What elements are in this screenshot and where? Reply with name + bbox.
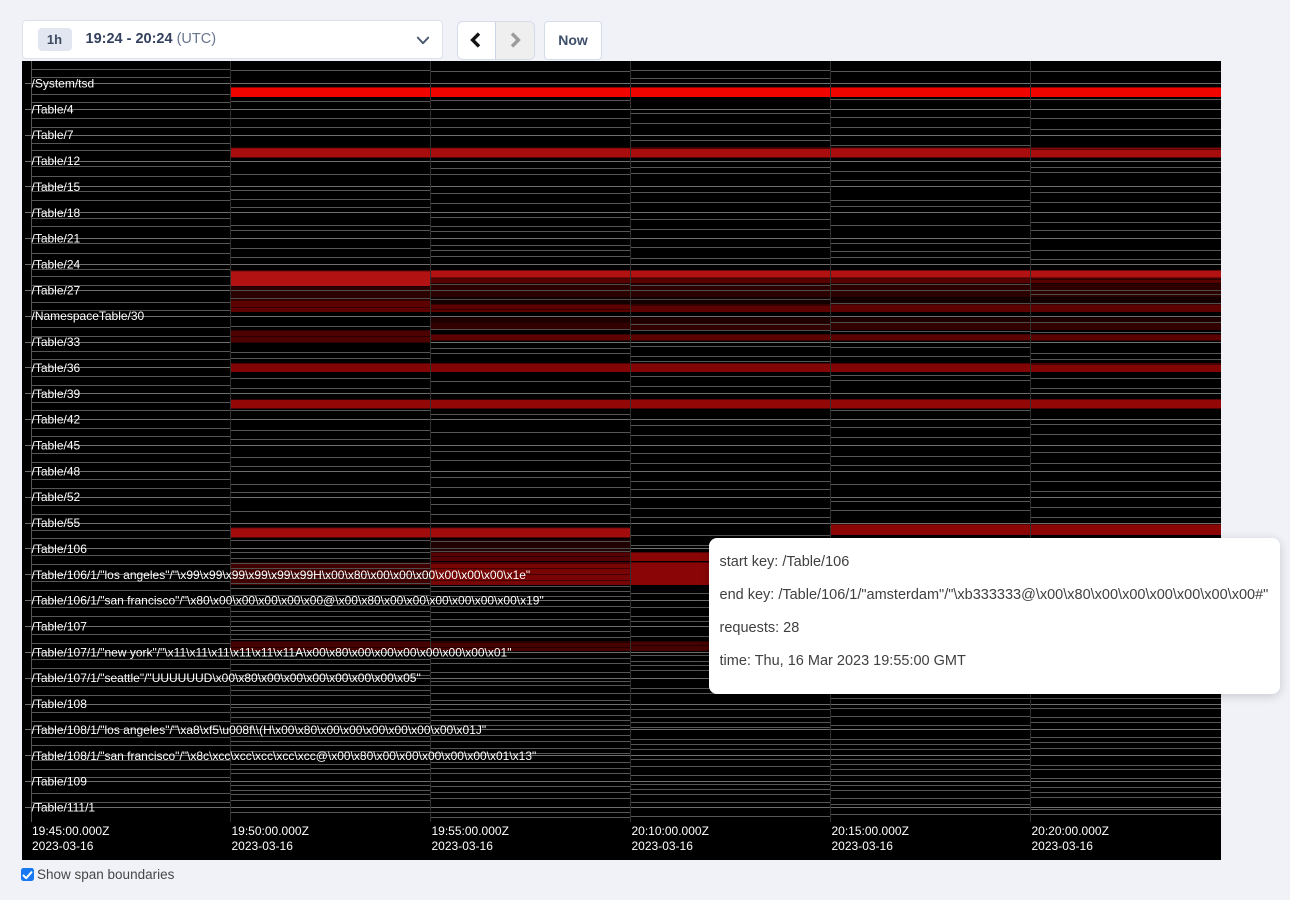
svg-text:/Table/15: /Table/15 xyxy=(32,180,81,194)
svg-text:/Table/55: /Table/55 xyxy=(32,516,81,530)
svg-text:/Table/18: /Table/18 xyxy=(32,206,81,220)
svg-text:/System/tsd: /System/tsd xyxy=(32,77,95,91)
svg-text:2023-03-16: 2023-03-16 xyxy=(632,839,694,853)
svg-text:/Table/27: /Table/27 xyxy=(32,283,81,297)
svg-text:/Table/108/1/"san francisco"/": /Table/108/1/"san francisco"/"\x8c\xcc\x… xyxy=(32,749,537,763)
svg-text:/Table/111/1: /Table/111/1 xyxy=(32,801,96,815)
svg-text:/Table/52: /Table/52 xyxy=(32,490,81,504)
svg-text:/Table/106/1/"san francisco"/": /Table/106/1/"san francisco"/"\x80\x00\x… xyxy=(32,594,544,608)
svg-text:/Table/42: /Table/42 xyxy=(32,413,81,427)
svg-text:/Table/7: /Table/7 xyxy=(32,128,74,142)
svg-text:/Table/24: /Table/24 xyxy=(32,258,81,272)
svg-text:2023-03-16: 2023-03-16 xyxy=(32,839,94,853)
svg-text:/Table/21: /Table/21 xyxy=(32,232,81,246)
svg-text:/Table/33: /Table/33 xyxy=(32,335,81,349)
svg-text:/Table/36: /Table/36 xyxy=(32,361,81,375)
svg-text:19:55:00.000Z: 19:55:00.000Z xyxy=(432,824,509,838)
svg-text:/Table/48: /Table/48 xyxy=(32,464,81,478)
svg-text:2023-03-16: 2023-03-16 xyxy=(432,839,494,853)
svg-text:/Table/4: /Table/4 xyxy=(32,102,74,116)
svg-text:19:50:00.000Z: 19:50:00.000Z xyxy=(232,824,309,838)
svg-text:/Table/106: /Table/106 xyxy=(32,542,88,556)
svg-text:/Table/39: /Table/39 xyxy=(32,387,81,401)
svg-text:/Table/108: /Table/108 xyxy=(32,697,88,711)
svg-text:/NamespaceTable/30: /NamespaceTable/30 xyxy=(32,309,145,323)
svg-text:/Table/45: /Table/45 xyxy=(32,439,81,453)
svg-text:20:10:00.000Z: 20:10:00.000Z xyxy=(632,824,709,838)
svg-text:20:15:00.000Z: 20:15:00.000Z xyxy=(832,824,909,838)
svg-text:/Table/109: /Table/109 xyxy=(32,775,88,789)
svg-text:/Table/107/1/"new york"/"\x11\: /Table/107/1/"new york"/"\x11\x11\x11\x1… xyxy=(32,645,512,659)
svg-text:/Table/108/1/"los angeles"/"\x: /Table/108/1/"los angeles"/"\xa8\xf5\u00… xyxy=(32,723,487,737)
svg-text:19:45:00.000Z: 19:45:00.000Z xyxy=(32,824,109,838)
svg-text:/Table/107/1/"seattle"/"UUUUUU: /Table/107/1/"seattle"/"UUUUUUD\x00\x80\… xyxy=(32,671,421,685)
svg-text:2023-03-16: 2023-03-16 xyxy=(832,839,894,853)
svg-text:2023-03-16: 2023-03-16 xyxy=(232,839,294,853)
svg-text:/Table/106/1/"los angeles"/"\x: /Table/106/1/"los angeles"/"\x99\x99\x99… xyxy=(32,568,531,582)
svg-text:20:20:00.000Z: 20:20:00.000Z xyxy=(1032,824,1109,838)
svg-text:/Table/12: /Table/12 xyxy=(32,154,81,168)
svg-text:/Table/107: /Table/107 xyxy=(32,620,88,634)
svg-text:2023-03-16: 2023-03-16 xyxy=(1032,839,1094,853)
